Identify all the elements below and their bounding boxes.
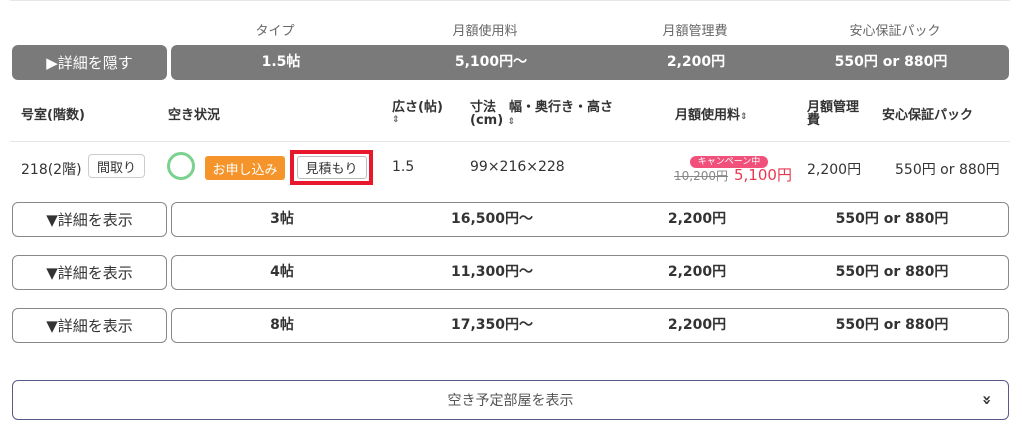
type-summary-row: 3帖 16,500円〜 2,200円 550円 or 880円 [171,202,1009,237]
show-details-button[interactable]: ▼詳細を表示 [12,308,167,343]
th-fee[interactable]: 月額使用料⇕ [675,109,748,124]
th-dimensions[interactable]: 寸法 幅・奥行き・高さ (cm) ⇕ [470,101,613,129]
type-monthly-fee: 17,350円〜 [450,317,534,333]
th-management-fee: 月額管理 費 [807,101,859,127]
show-upcoming-rooms-label: 空き予定部屋を表示 [447,393,574,409]
sort-icon: ⇕ [507,117,516,127]
expanded-security-pack: 550円 or 880円 [834,54,948,70]
estimate-highlight: 見積もり [290,150,373,185]
sort-icon: ⇕ [392,115,400,125]
type-management-fee: 2,200円 [667,211,727,227]
expanded-type: 1.5帖 [261,54,301,70]
th-availability: 空き状況 [168,108,221,123]
room-dimensions: 99×216×228 [470,159,565,175]
apply-button[interactable]: お申し込み [205,156,285,180]
expanded-type-summary: 1.5帖 5,100円〜 2,200円 550円 or 880円 [171,45,1009,80]
header-management-fee: 月額管理費 [662,24,728,39]
type-size: 3帖 [270,211,294,227]
header-monthly-fee: 月額使用料 [452,24,518,39]
th-mgmt-line2: 費 [807,113,821,128]
th-security-pack: 安心保証パック [882,108,974,123]
header-security-pack: 安心保証パック [849,24,941,39]
type-monthly-fee: 11,300円〜 [450,264,534,280]
room-security-pack: 550円 or 880円 [895,162,1000,178]
th-fee-label: 月額使用料 [675,108,741,123]
type-security-pack: 550円 or 880円 [835,264,949,280]
show-upcoming-rooms-button[interactable]: 空き予定部屋を表示 » [12,380,1009,420]
th-area[interactable]: 広さ(帖) ⇕ [392,101,443,127]
hide-details-button[interactable]: ▶詳細を隠す [12,45,167,80]
expanded-management-fee: 2,200円 [666,54,726,70]
type-summary-row: 8帖 17,350円〜 2,200円 550円 or 880円 [171,308,1009,343]
room-management-fee: 2,200円 [807,162,862,178]
show-details-button[interactable]: ▼詳細を表示 [12,202,167,237]
room-area: 1.5 [392,159,415,175]
old-price: 10,200円 [674,169,728,183]
type-size: 4帖 [270,264,294,280]
table-divider [10,141,1010,142]
th-dimensions-unit: (cm) [470,113,504,128]
type-summary-row: 4帖 11,300円〜 2,200円 550円 or 880円 [171,255,1009,290]
type-management-fee: 2,200円 [667,264,727,280]
expanded-monthly-fee: 5,100円〜 [454,54,528,70]
type-security-pack: 550円 or 880円 [835,317,949,333]
floorplan-button[interactable]: 間取り [88,154,145,178]
room-number: 218(2階) [21,162,82,178]
show-details-button[interactable]: ▼詳細を表示 [12,255,167,290]
header-type: タイプ [255,24,295,39]
th-room: 号室(階数) [21,108,85,123]
type-security-pack: 550円 or 880円 [835,211,949,227]
sort-icon: ⇕ [740,112,748,122]
estimate-button[interactable]: 見積もり [296,156,367,179]
campaign-price: 5,100円 [734,166,792,184]
th-area-label: 広さ(帖) [392,100,443,115]
type-monthly-fee: 16,500円〜 [450,211,534,227]
type-management-fee: 2,200円 [667,317,727,333]
double-chevron-down-icon: » [977,394,997,406]
available-circle-icon [167,152,195,180]
type-size: 8帖 [270,317,294,333]
top-divider [10,0,1010,1]
